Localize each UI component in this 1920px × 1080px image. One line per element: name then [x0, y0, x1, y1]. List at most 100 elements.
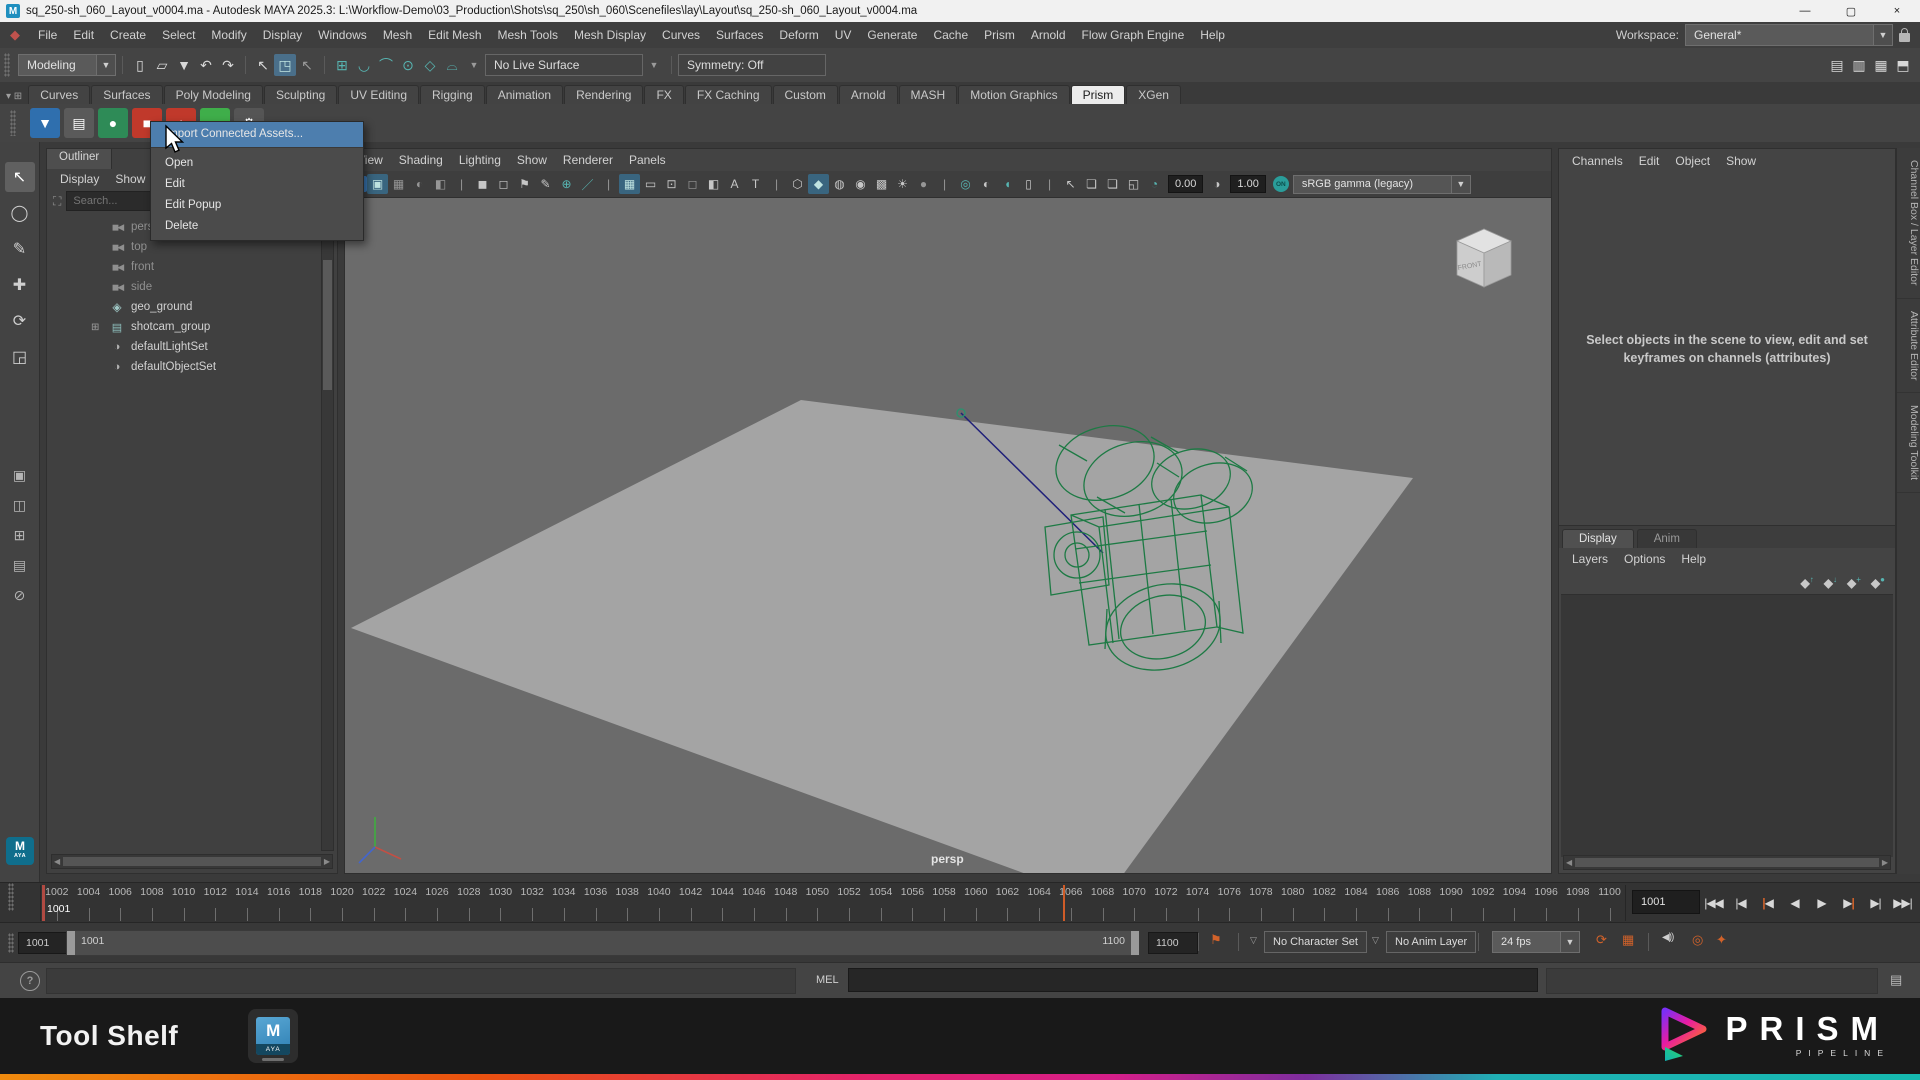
timeline-frame[interactable]: 1022 [358, 885, 390, 921]
anim-layer-field[interactable]: No Anim Layer [1386, 931, 1476, 953]
context-menu-item[interactable]: Open [151, 152, 363, 173]
mel-label[interactable]: MEL [816, 974, 839, 986]
timeline-frame[interactable]: 1066 [1055, 885, 1087, 921]
workspace-select[interactable]: General* ▼ [1685, 24, 1893, 46]
viewport-icon[interactable]: ◉ [850, 174, 871, 194]
step-forward-key[interactable]: ▶| [1835, 889, 1862, 917]
script-editor-icon[interactable]: ▤ [1890, 972, 1902, 988]
timeline-frame[interactable]: 1038 [611, 885, 643, 921]
range-slider-track[interactable]: 1001 1100 [66, 930, 1140, 956]
timeline-frame[interactable]: 1054 [865, 885, 897, 921]
timeline-frame[interactable]: 1098 [1562, 885, 1594, 921]
menu-item[interactable]: Edit [65, 28, 102, 42]
timeline-frame[interactable]: 1048 [770, 885, 802, 921]
viewport-icon[interactable]: ◎ [955, 174, 976, 194]
timeline-frame[interactable]: 1074 [1182, 885, 1214, 921]
menu-item[interactable]: File [30, 28, 65, 42]
view-cube[interactable]: FRONT [1449, 223, 1519, 296]
outliner-item[interactable]: front [47, 257, 337, 277]
speaker-icon[interactable]: ◀)) [1662, 932, 1673, 943]
timeline-frame[interactable]: 1040 [643, 885, 675, 921]
side-tab[interactable]: Modeling Toolkit [1897, 393, 1920, 493]
viewport-icon[interactable]: ⚑ [514, 174, 535, 194]
viewport-menu-item[interactable]: Renderer [555, 153, 621, 167]
shelf-tool-icon[interactable]: ● [98, 108, 128, 138]
chevron-down-icon[interactable]: ▼ [643, 54, 665, 76]
fps-select[interactable]: 24 fps ▼ [1492, 931, 1580, 953]
tool-button[interactable]: ◯ [5, 198, 35, 228]
expand-icon[interactable] [91, 322, 103, 333]
channel-box-menu-item[interactable]: Channels [1565, 154, 1630, 168]
display-toggle-icon[interactable]: ⬒ [1892, 54, 1914, 76]
file-op-icon[interactable]: ▱ [151, 54, 173, 76]
timeline-frame[interactable]: 1036 [580, 885, 612, 921]
viewport-icon[interactable]: ❏ [1102, 174, 1123, 194]
set-key-icon[interactable]: ✦ [1716, 932, 1727, 948]
maya-dock-icon[interactable]: M AYA [248, 1009, 298, 1063]
menu-item[interactable]: Cache [925, 28, 976, 42]
timeline-frame[interactable]: 1078 [1245, 885, 1277, 921]
viewport-icon[interactable]: ▦ [619, 174, 640, 194]
zoom-tool-icon[interactable]: ⊘ [5, 582, 35, 608]
shelf-tab[interactable]: UV Editing [338, 85, 419, 104]
channel-box-menu-item[interactable]: Show [1719, 154, 1763, 168]
maximize-button[interactable]: ▢ [1828, 0, 1874, 22]
timeline-frame[interactable]: 1100 [1594, 885, 1626, 921]
menu-set-select[interactable]: Modeling ▼ [18, 54, 116, 76]
character-set-field[interactable]: No Character Set [1264, 931, 1367, 953]
layout-button[interactable]: ▣ [5, 462, 35, 488]
snap-icon[interactable]: ◇ [419, 54, 441, 76]
shelf-tab[interactable]: Surfaces [91, 85, 162, 104]
tool-button[interactable]: ⟳ [5, 306, 35, 336]
ground-plane[interactable] [351, 400, 1413, 873]
anim-start-field[interactable]: 1001 [18, 932, 68, 954]
timeline-frame[interactable]: 1080 [1277, 885, 1309, 921]
layer-menu-item[interactable]: Help [1674, 552, 1713, 566]
help-icon[interactable]: ? [20, 971, 40, 991]
anim-end-field[interactable]: 1100 [1148, 932, 1198, 954]
close-button[interactable]: × [1874, 0, 1920, 22]
snap-icon[interactable]: ◡ [353, 54, 375, 76]
symmetry-field[interactable]: Symmetry: Off [678, 54, 826, 76]
viewport-icon[interactable]: ◖ [997, 174, 1018, 194]
sync-icon[interactable]: ◎ [1692, 932, 1703, 948]
menu-item[interactable]: Edit Mesh [420, 28, 489, 42]
viewport-icon[interactable]: T [745, 174, 766, 194]
outliner-item[interactable]: shotcam_group [47, 317, 337, 337]
menu-item[interactable]: Windows [310, 28, 375, 42]
shelf-tab[interactable]: Arnold [839, 85, 898, 104]
tool-button[interactable]: ◲ [5, 342, 35, 372]
timeline-frame[interactable]: 1044 [706, 885, 738, 921]
live-surface-field[interactable]: No Live Surface [485, 54, 643, 76]
layer-editor-tab[interactable]: Anim [1637, 529, 1697, 548]
menu-item[interactable]: Deform [771, 28, 826, 42]
color-managed-icon[interactable]: ON [1273, 176, 1289, 192]
shelf-tab[interactable]: Rigging [420, 85, 485, 104]
layout-button[interactable]: ◫ [5, 492, 35, 518]
outliner-menu-item[interactable]: Show [108, 172, 152, 186]
viewport-menu-item[interactable]: Panels [621, 153, 674, 167]
selection-mode-icon[interactable]: ↖ [296, 54, 318, 76]
channel-box-hscrollbar[interactable]: ◀▶ [1563, 855, 1891, 870]
context-menu-item[interactable]: Delete [151, 215, 363, 236]
menu-item[interactable]: Mesh Tools [490, 28, 566, 42]
display-toggle-icon[interactable]: ▥ [1848, 54, 1870, 76]
tool-button[interactable]: ✎ [5, 234, 35, 264]
side-tab[interactable]: Channel Box / Layer Editor [1897, 148, 1920, 299]
snap-icon[interactable]: ⊙ [397, 54, 419, 76]
viewport-icon[interactable]: ⊡ [661, 174, 682, 194]
timeline-frame[interactable]: 1064 [1023, 885, 1055, 921]
viewport-icon[interactable]: | [598, 174, 619, 194]
menu-item[interactable]: UV [827, 28, 860, 42]
selection-mode-icon[interactable]: ↖ [252, 54, 274, 76]
step-back-key[interactable]: |◀ [1754, 889, 1781, 917]
shelf-tab[interactable]: Curves [28, 85, 90, 104]
filter-icon[interactable]: ⛶ [53, 194, 61, 209]
menu-item[interactable]: Prism [976, 28, 1023, 42]
viewport-icon[interactable]: ↖ [1060, 174, 1081, 194]
menu-item[interactable]: Modify [203, 28, 254, 42]
timeline-frame[interactable]: 1008 [136, 885, 168, 921]
layer-editor-tab[interactable]: Display [1562, 529, 1634, 548]
shelf-tool-icon[interactable]: ▤ [64, 108, 94, 138]
timeline-frame[interactable]: 1024 [390, 885, 422, 921]
